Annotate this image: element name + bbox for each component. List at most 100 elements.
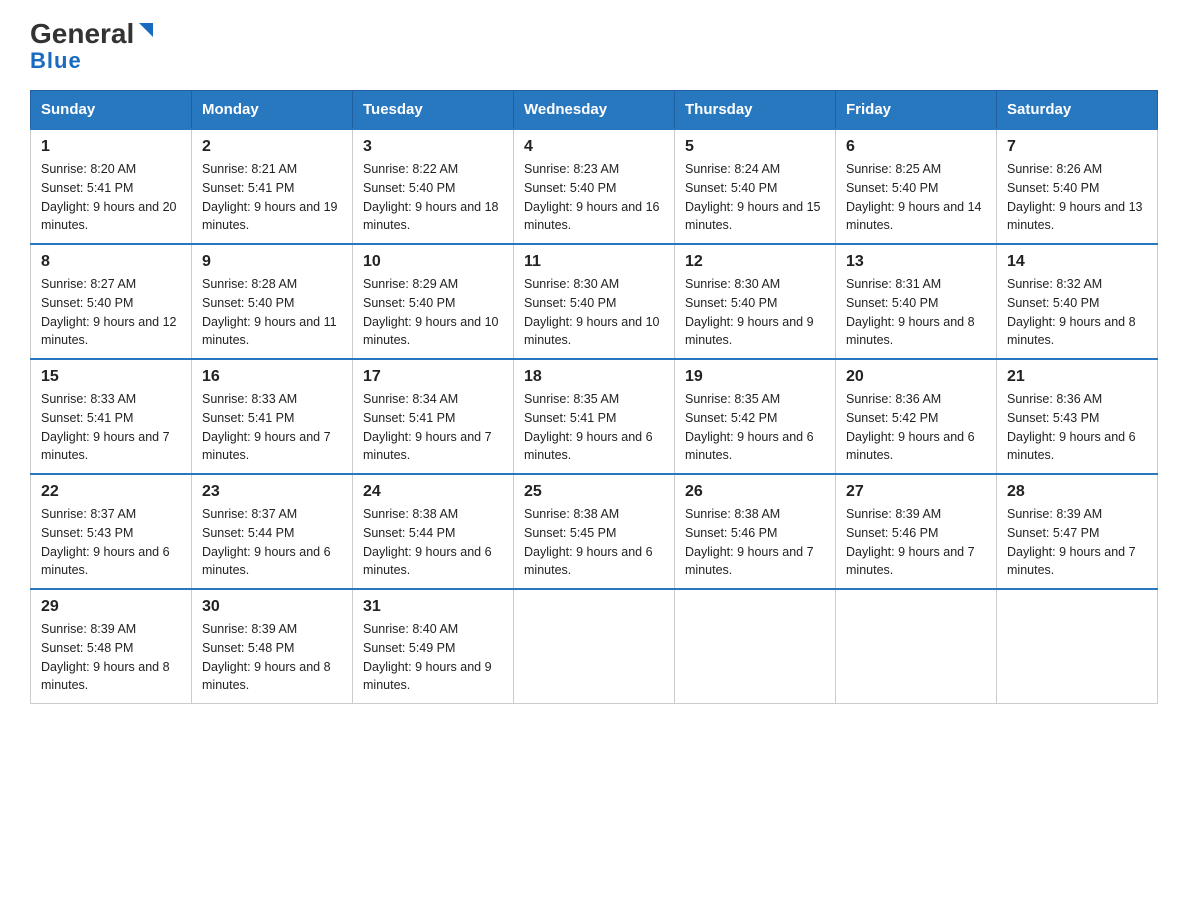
day-info: Sunrise: 8:29 AMSunset: 5:40 PMDaylight:…	[363, 277, 499, 347]
day-number: 5	[685, 138, 825, 156]
calendar-cell: 18 Sunrise: 8:35 AMSunset: 5:41 PMDaylig…	[514, 359, 675, 474]
calendar-cell: 19 Sunrise: 8:35 AMSunset: 5:42 PMDaylig…	[675, 359, 836, 474]
day-info: Sunrise: 8:39 AMSunset: 5:46 PMDaylight:…	[846, 507, 975, 577]
calendar-header-monday: Monday	[192, 91, 353, 130]
logo-arrow-icon	[135, 21, 157, 43]
day-number: 8	[41, 253, 181, 271]
day-number: 31	[363, 598, 503, 616]
day-number: 19	[685, 368, 825, 386]
day-info: Sunrise: 8:38 AMSunset: 5:46 PMDaylight:…	[685, 507, 814, 577]
day-number: 26	[685, 483, 825, 501]
calendar-cell: 13 Sunrise: 8:31 AMSunset: 5:40 PMDaylig…	[836, 244, 997, 359]
calendar-cell: 1 Sunrise: 8:20 AMSunset: 5:41 PMDayligh…	[31, 129, 192, 244]
calendar-cell: 9 Sunrise: 8:28 AMSunset: 5:40 PMDayligh…	[192, 244, 353, 359]
calendar-cell: 17 Sunrise: 8:34 AMSunset: 5:41 PMDaylig…	[353, 359, 514, 474]
calendar-week-row: 8 Sunrise: 8:27 AMSunset: 5:40 PMDayligh…	[31, 244, 1158, 359]
day-number: 20	[846, 368, 986, 386]
calendar-header-tuesday: Tuesday	[353, 91, 514, 130]
day-number: 1	[41, 138, 181, 156]
day-info: Sunrise: 8:39 AMSunset: 5:48 PMDaylight:…	[41, 622, 170, 692]
day-number: 21	[1007, 368, 1147, 386]
calendar-week-row: 15 Sunrise: 8:33 AMSunset: 5:41 PMDaylig…	[31, 359, 1158, 474]
day-number: 28	[1007, 483, 1147, 501]
logo-blue-text: Blue	[30, 50, 82, 72]
calendar-cell: 11 Sunrise: 8:30 AMSunset: 5:40 PMDaylig…	[514, 244, 675, 359]
day-info: Sunrise: 8:35 AMSunset: 5:42 PMDaylight:…	[685, 392, 814, 462]
calendar-cell	[836, 589, 997, 704]
page-header: General Blue	[30, 20, 1158, 72]
calendar-header-wednesday: Wednesday	[514, 91, 675, 130]
day-number: 25	[524, 483, 664, 501]
calendar-cell: 8 Sunrise: 8:27 AMSunset: 5:40 PMDayligh…	[31, 244, 192, 359]
day-number: 12	[685, 253, 825, 271]
day-number: 29	[41, 598, 181, 616]
day-number: 9	[202, 253, 342, 271]
calendar-week-row: 1 Sunrise: 8:20 AMSunset: 5:41 PMDayligh…	[31, 129, 1158, 244]
day-info: Sunrise: 8:37 AMSunset: 5:43 PMDaylight:…	[41, 507, 170, 577]
calendar-header-row: SundayMondayTuesdayWednesdayThursdayFrid…	[31, 91, 1158, 130]
day-info: Sunrise: 8:30 AMSunset: 5:40 PMDaylight:…	[685, 277, 814, 347]
calendar-cell: 3 Sunrise: 8:22 AMSunset: 5:40 PMDayligh…	[353, 129, 514, 244]
day-info: Sunrise: 8:25 AMSunset: 5:40 PMDaylight:…	[846, 162, 982, 232]
day-info: Sunrise: 8:30 AMSunset: 5:40 PMDaylight:…	[524, 277, 660, 347]
calendar-cell: 12 Sunrise: 8:30 AMSunset: 5:40 PMDaylig…	[675, 244, 836, 359]
calendar-cell: 24 Sunrise: 8:38 AMSunset: 5:44 PMDaylig…	[353, 474, 514, 589]
calendar-cell: 30 Sunrise: 8:39 AMSunset: 5:48 PMDaylig…	[192, 589, 353, 704]
calendar-cell	[514, 589, 675, 704]
day-number: 18	[524, 368, 664, 386]
calendar-cell: 23 Sunrise: 8:37 AMSunset: 5:44 PMDaylig…	[192, 474, 353, 589]
day-number: 2	[202, 138, 342, 156]
day-number: 22	[41, 483, 181, 501]
day-number: 23	[202, 483, 342, 501]
day-number: 4	[524, 138, 664, 156]
day-number: 14	[1007, 253, 1147, 271]
calendar-cell	[997, 589, 1158, 704]
day-info: Sunrise: 8:33 AMSunset: 5:41 PMDaylight:…	[41, 392, 170, 462]
calendar-cell: 20 Sunrise: 8:36 AMSunset: 5:42 PMDaylig…	[836, 359, 997, 474]
day-number: 27	[846, 483, 986, 501]
day-number: 16	[202, 368, 342, 386]
calendar-cell	[675, 589, 836, 704]
calendar-cell: 26 Sunrise: 8:38 AMSunset: 5:46 PMDaylig…	[675, 474, 836, 589]
calendar-header-sunday: Sunday	[31, 91, 192, 130]
day-number: 17	[363, 368, 503, 386]
day-info: Sunrise: 8:34 AMSunset: 5:41 PMDaylight:…	[363, 392, 492, 462]
day-number: 6	[846, 138, 986, 156]
day-number: 13	[846, 253, 986, 271]
day-info: Sunrise: 8:39 AMSunset: 5:47 PMDaylight:…	[1007, 507, 1136, 577]
calendar-header-friday: Friday	[836, 91, 997, 130]
calendar-table: SundayMondayTuesdayWednesdayThursdayFrid…	[30, 90, 1158, 704]
day-info: Sunrise: 8:20 AMSunset: 5:41 PMDaylight:…	[41, 162, 177, 232]
day-info: Sunrise: 8:38 AMSunset: 5:45 PMDaylight:…	[524, 507, 653, 577]
calendar-header-thursday: Thursday	[675, 91, 836, 130]
calendar-cell: 6 Sunrise: 8:25 AMSunset: 5:40 PMDayligh…	[836, 129, 997, 244]
calendar-cell: 29 Sunrise: 8:39 AMSunset: 5:48 PMDaylig…	[31, 589, 192, 704]
calendar-week-row: 29 Sunrise: 8:39 AMSunset: 5:48 PMDaylig…	[31, 589, 1158, 704]
day-info: Sunrise: 8:33 AMSunset: 5:41 PMDaylight:…	[202, 392, 331, 462]
calendar-week-row: 22 Sunrise: 8:37 AMSunset: 5:43 PMDaylig…	[31, 474, 1158, 589]
day-info: Sunrise: 8:31 AMSunset: 5:40 PMDaylight:…	[846, 277, 975, 347]
day-number: 7	[1007, 138, 1147, 156]
calendar-cell: 4 Sunrise: 8:23 AMSunset: 5:40 PMDayligh…	[514, 129, 675, 244]
calendar-cell: 2 Sunrise: 8:21 AMSunset: 5:41 PMDayligh…	[192, 129, 353, 244]
logo: General Blue	[30, 20, 157, 72]
day-number: 3	[363, 138, 503, 156]
day-info: Sunrise: 8:40 AMSunset: 5:49 PMDaylight:…	[363, 622, 492, 692]
calendar-cell: 16 Sunrise: 8:33 AMSunset: 5:41 PMDaylig…	[192, 359, 353, 474]
calendar-cell: 10 Sunrise: 8:29 AMSunset: 5:40 PMDaylig…	[353, 244, 514, 359]
day-number: 11	[524, 253, 664, 271]
day-info: Sunrise: 8:26 AMSunset: 5:40 PMDaylight:…	[1007, 162, 1143, 232]
calendar-cell: 5 Sunrise: 8:24 AMSunset: 5:40 PMDayligh…	[675, 129, 836, 244]
day-info: Sunrise: 8:21 AMSunset: 5:41 PMDaylight:…	[202, 162, 338, 232]
day-info: Sunrise: 8:32 AMSunset: 5:40 PMDaylight:…	[1007, 277, 1136, 347]
day-number: 24	[363, 483, 503, 501]
calendar-cell: 22 Sunrise: 8:37 AMSunset: 5:43 PMDaylig…	[31, 474, 192, 589]
day-number: 10	[363, 253, 503, 271]
day-info: Sunrise: 8:23 AMSunset: 5:40 PMDaylight:…	[524, 162, 660, 232]
day-number: 15	[41, 368, 181, 386]
logo-general-text: General	[30, 20, 134, 48]
calendar-cell: 31 Sunrise: 8:40 AMSunset: 5:49 PMDaylig…	[353, 589, 514, 704]
day-info: Sunrise: 8:27 AMSunset: 5:40 PMDaylight:…	[41, 277, 177, 347]
calendar-cell: 28 Sunrise: 8:39 AMSunset: 5:47 PMDaylig…	[997, 474, 1158, 589]
calendar-cell: 21 Sunrise: 8:36 AMSunset: 5:43 PMDaylig…	[997, 359, 1158, 474]
